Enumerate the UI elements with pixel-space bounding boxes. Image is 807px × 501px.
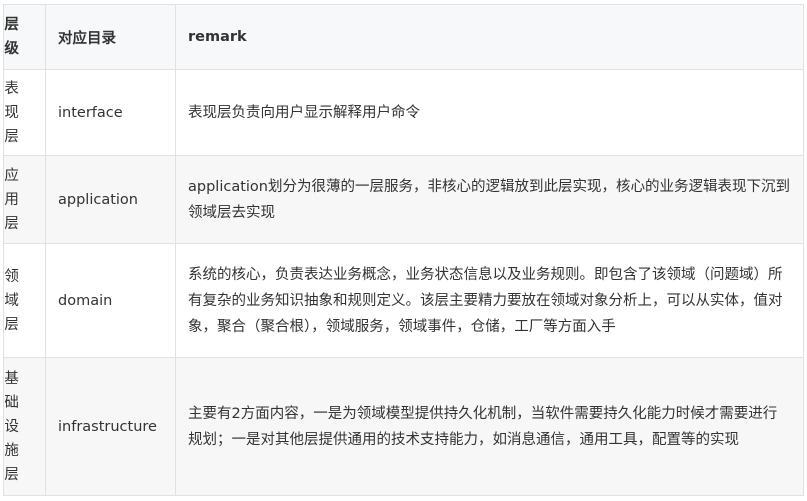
directory-cell: domain [45, 243, 176, 358]
layer-cell: 表现层 [3, 69, 46, 156]
header-row: 层级 对应目录 remark [3, 4, 804, 70]
remark-cell: application划分为很薄的一层服务，非核心的逻辑放到此层实现，核心的业务… [175, 155, 804, 244]
remark-cell: 主要有2方面内容，一是为领域模型提供持久化机制，当软件需要持久化能力时候才需要进… [175, 357, 804, 496]
table-row: 基础设施层 infrastructure 主要有2方面内容，一是为领域模型提供持… [3, 357, 804, 496]
header-layer: 层级 [3, 4, 46, 70]
table-row: 表现层 interface 表现层负责向用户显示解释用户命令 [3, 69, 804, 156]
directory-cell: application [45, 155, 176, 244]
header-directory: 对应目录 [45, 4, 176, 70]
remark-cell: 表现层负责向用户显示解释用户命令 [175, 69, 804, 156]
table-row: 应用层 application application划分为很薄的一层服务，非核… [3, 155, 804, 244]
header-layer-label: 层级 [4, 17, 19, 57]
layer-name: 领域层 [4, 268, 19, 333]
page: 层级 对应目录 remark 表现层 interface 表现层负责向用户显示解… [0, 0, 807, 501]
directory-cell: interface [45, 69, 176, 156]
table-row: 领域层 domain 系统的核心，负责表达业务概念，业务状态信息以及业务规则。即… [3, 243, 804, 358]
table-header: 层级 对应目录 remark [3, 4, 804, 70]
layer-cell: 领域层 [3, 243, 46, 358]
layer-name: 表现层 [4, 80, 19, 145]
layer-cell: 基础设施层 [3, 357, 46, 496]
remark-cell: 系统的核心，负责表达业务概念，业务状态信息以及业务规则。即包含了该领域（问题域）… [175, 243, 804, 358]
layer-name: 基础设施层 [4, 370, 19, 483]
table-body: 表现层 interface 表现层负责向用户显示解释用户命令 应用层 appli… [3, 69, 804, 496]
layer-cell: 应用层 [3, 155, 46, 244]
ddd-layers-table: 层级 对应目录 remark 表现层 interface 表现层负责向用户显示解… [3, 4, 804, 496]
layer-name: 应用层 [4, 167, 19, 232]
directory-cell: infrastructure [45, 357, 176, 496]
header-remark: remark [175, 4, 804, 70]
